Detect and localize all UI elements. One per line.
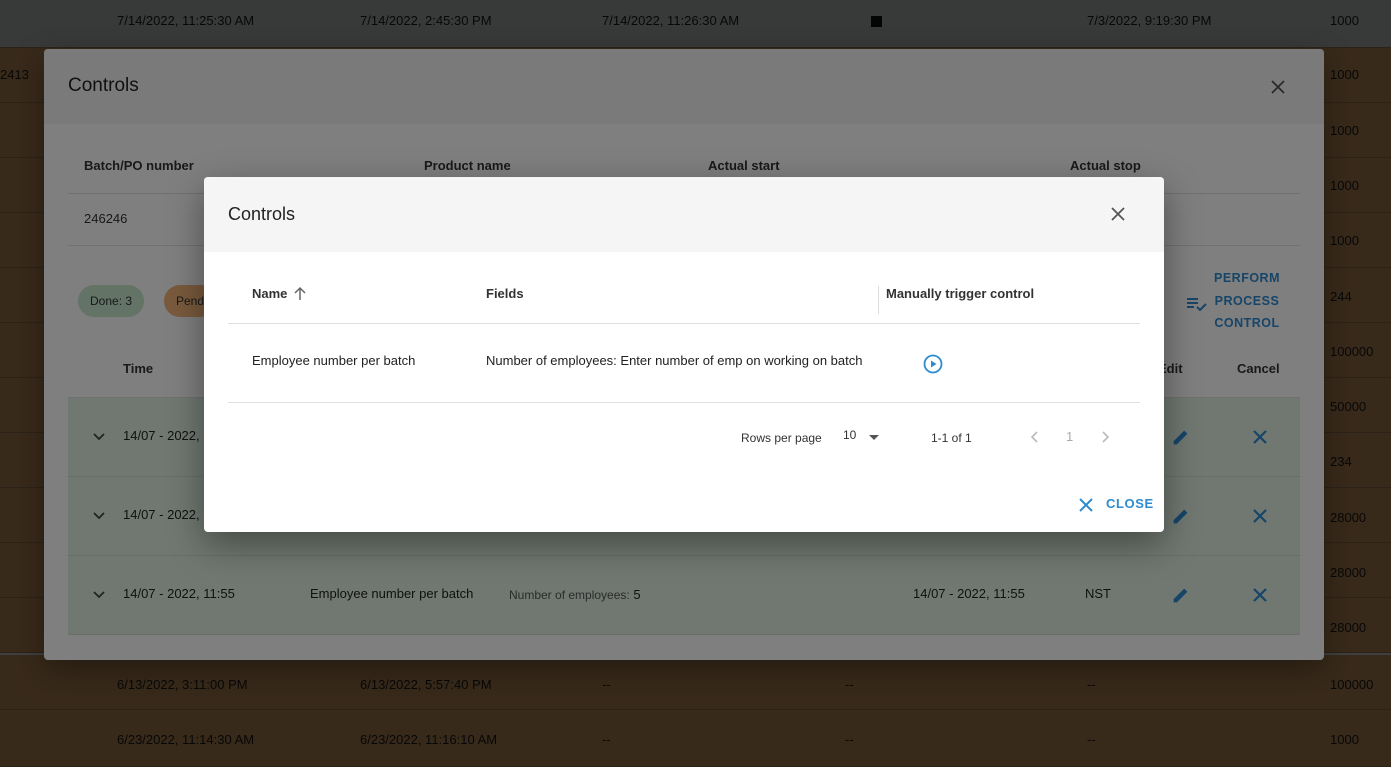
table-row[interactable]: Employee number per batch Number of empl… <box>228 324 1140 403</box>
close-icon[interactable] <box>1106 202 1130 226</box>
close-button-label: CLOSE <box>1106 496 1154 511</box>
dialog-header: Controls <box>204 177 1164 252</box>
header-fields: Fields <box>486 286 524 301</box>
rows-per-page-label: Rows per page <box>741 431 822 445</box>
close-icon <box>1079 498 1093 512</box>
column-divider <box>878 286 879 314</box>
chevron-left-icon[interactable] <box>1025 427 1045 447</box>
header-name[interactable]: Name <box>252 286 287 301</box>
caret-down-icon <box>869 435 879 440</box>
control-fields: Number of employees: Enter number of emp… <box>486 353 863 368</box>
chevron-right-icon[interactable] <box>1095 427 1115 447</box>
rows-per-page-value: 10 <box>843 428 857 442</box>
arrow-up-icon[interactable] <box>292 286 308 302</box>
dialog-title: Controls <box>228 204 296 224</box>
controls-table-header: Name Fields Manually trigger control <box>228 273 1140 324</box>
page-range: 1-1 of 1 <box>931 431 972 445</box>
pagination: Rows per page 10 1-1 of 1 1 <box>204 422 1164 452</box>
control-name: Employee number per batch <box>252 353 416 368</box>
page-number: 1 <box>1066 429 1074 444</box>
controls-picker-dialog: Controls Name Fields Manually trigger co… <box>204 177 1164 532</box>
header-trigger: Manually trigger control <box>886 286 1035 301</box>
rows-per-page-select[interactable]: 10 <box>843 426 883 448</box>
play-circle-icon[interactable] <box>922 353 944 375</box>
